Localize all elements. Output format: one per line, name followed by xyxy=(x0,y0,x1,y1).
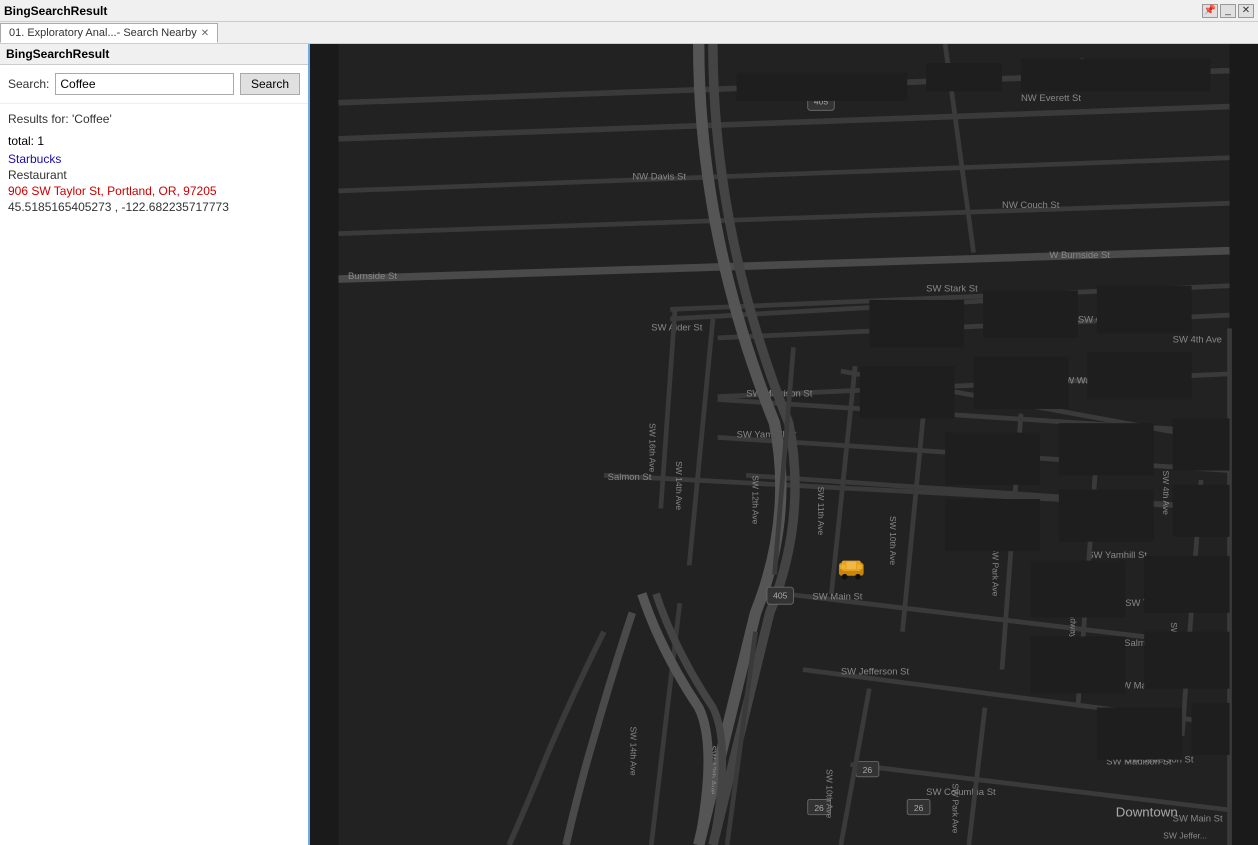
results-area: Results for: 'Coffee' total: 1 Starbucks… xyxy=(0,104,308,845)
svg-text:26: 26 xyxy=(814,803,824,813)
tab-close-icon[interactable]: ✕ xyxy=(201,28,209,39)
tab-label: 01. Exploratory Anal...- Search Nearby xyxy=(9,27,197,39)
panel-title: BingSearchResult xyxy=(0,44,308,65)
svg-text:SW Main St: SW Main St xyxy=(812,591,862,602)
search-input[interactable] xyxy=(55,73,234,95)
svg-text:SW 11th Ave: SW 11th Ave xyxy=(816,487,826,536)
svg-text:SW Park Ave: SW Park Ave xyxy=(951,783,961,833)
window-title: BingSearchResult xyxy=(4,4,1202,18)
svg-text:SW 4th Ave: SW 4th Ave xyxy=(1161,471,1171,516)
svg-text:NW Everett St: NW Everett St xyxy=(1021,93,1081,104)
map-area[interactable]: NW Flanders St NW Everett St NW Davis St… xyxy=(310,44,1258,845)
svg-text:Downtown: Downtown xyxy=(1116,805,1178,820)
svg-text:NW Couch St: NW Couch St xyxy=(1002,200,1060,211)
left-panel: BingSearchResult Search: Search Results … xyxy=(0,44,310,845)
svg-text:SW Alder St: SW Alder St xyxy=(651,322,702,333)
svg-text:SW Stark St: SW Stark St xyxy=(926,283,978,294)
tab-main[interactable]: 01. Exploratory Anal...- Search Nearby ✕ xyxy=(0,23,218,43)
svg-text:NW Davis St: NW Davis St xyxy=(632,172,686,183)
tab-bar: 01. Exploratory Anal...- Search Nearby ✕ xyxy=(0,22,1258,44)
window-controls[interactable]: 📌 _ ✕ xyxy=(1202,4,1254,18)
panel-title-text: BingSearchResult xyxy=(6,47,109,61)
main-content: BingSearchResult Search: Search Results … xyxy=(0,44,1258,845)
svg-text:SW Park Ave: SW Park Ave xyxy=(991,546,1001,596)
svg-text:SW Yamhill St: SW Yamhill St xyxy=(1087,550,1147,561)
svg-text:SW 14th Ave: SW 14th Ave xyxy=(628,727,638,776)
svg-text:405: 405 xyxy=(773,591,787,601)
result-address: 906 SW Taylor St, Portland, OR, 97205 xyxy=(8,184,300,198)
svg-text:26: 26 xyxy=(914,803,924,813)
result-name: Starbucks xyxy=(8,152,300,166)
search-label: Search: xyxy=(8,77,49,91)
result-category: Restaurant xyxy=(8,168,300,182)
svg-text:SW 4th Ave: SW 4th Ave xyxy=(1173,335,1222,346)
svg-text:W Burnside St: W Burnside St xyxy=(1049,250,1110,261)
svg-text:Salmon St: Salmon St xyxy=(608,472,652,483)
pin-button[interactable]: 📌 xyxy=(1202,4,1218,18)
result-total: total: 1 xyxy=(8,134,300,148)
search-row: Search: Search xyxy=(0,65,308,104)
minimize-button[interactable]: _ xyxy=(1220,4,1236,18)
svg-text:26: 26 xyxy=(863,765,873,775)
svg-text:SW 12th Ave: SW 12th Ave xyxy=(751,475,761,524)
svg-text:SW 10th Ave: SW 10th Ave xyxy=(825,769,835,818)
svg-text:SW Jeffer...: SW Jeffer... xyxy=(1163,830,1207,840)
svg-text:SW 10th Ave: SW 10th Ave xyxy=(888,516,898,565)
results-header: Results for: 'Coffee' xyxy=(8,112,300,126)
map-canvas: NW Flanders St NW Everett St NW Davis St… xyxy=(310,44,1258,845)
svg-text:SW 14th Ave: SW 14th Ave xyxy=(674,461,684,510)
title-bar: BingSearchResult 📌 _ ✕ xyxy=(0,0,1258,22)
search-button[interactable]: Search xyxy=(240,73,300,95)
svg-text:SW Main St: SW Main St xyxy=(1173,813,1223,824)
svg-text:Burnside St: Burnside St xyxy=(348,271,397,282)
svg-text:SW Jefferson St: SW Jefferson St xyxy=(841,666,910,677)
svg-text:SW 16th Ave: SW 16th Ave xyxy=(647,423,657,472)
result-coords: 45.5185165405273 , -122.682235717773 xyxy=(8,200,300,214)
close-button[interactable]: ✕ xyxy=(1238,4,1254,18)
